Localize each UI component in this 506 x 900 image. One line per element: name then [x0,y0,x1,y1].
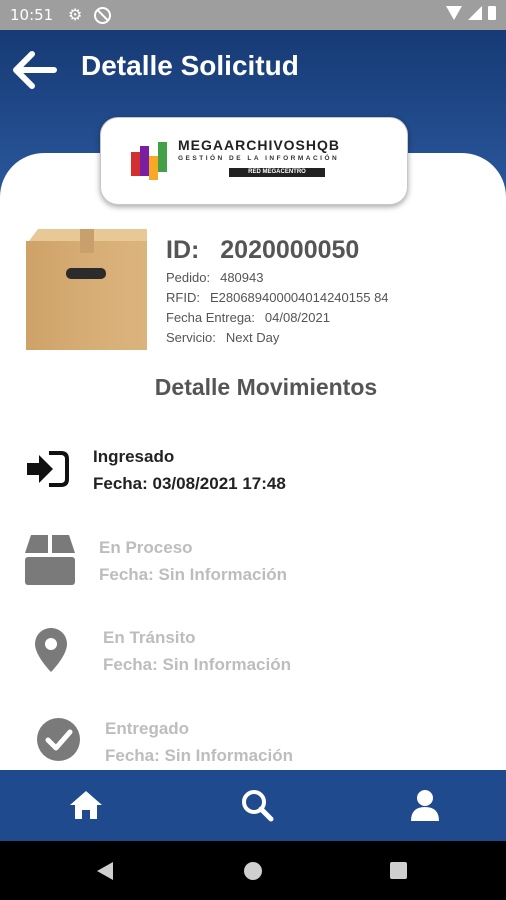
movement-date: Fecha: Sin Información [103,655,291,674]
field-value: 04/08/2021 [264,310,330,325]
field-label: Servicio: [166,330,216,345]
wifi-icon [446,6,462,20]
field-value: E280689400004014240155 84 [209,290,389,305]
status-bar: 10:51 ⚙ [0,0,506,30]
logo-brand: MEGAARCHIVOSHQB [178,137,341,153]
movement-status: En Proceso [99,538,193,557]
movement-status: Ingresado [93,447,175,466]
page-title: Detalle Solicitud [81,50,299,81]
id-label: ID: [166,236,200,264]
movement-status: En Tránsito [103,628,196,647]
do-not-disturb-icon [94,7,111,24]
field-rfid: RFID: E280689400004014240155 84 [166,290,389,305]
movement-date: Fecha: Sin Información [105,746,293,765]
movement-date: Fecha: 03/08/2021 17:48 [93,474,286,493]
field-label: RFID: [166,290,200,305]
field-fecha-entrega: Fecha Entrega: 04/08/2021 [166,310,330,325]
field-label: Fecha Entrega: [166,310,255,325]
movement-status: Entregado [105,719,190,738]
back-arrow-icon[interactable] [12,50,58,90]
field-label: Pedido: [166,270,211,285]
status-icons [446,6,496,20]
field-pedido: Pedido: 480943 [166,270,263,285]
field-servicio: Servicio: Next Day [166,330,279,345]
id-value: 2020000050 [220,236,360,264]
status-time: 10:51 [10,6,54,24]
field-value: 480943 [220,270,264,285]
box-image [26,229,147,350]
logo-mark [131,138,173,180]
map-pin-icon [35,628,67,672]
search-icon[interactable] [240,788,274,822]
field-value: Next Day [225,330,280,345]
home-icon[interactable] [69,788,103,822]
battery-icon [488,6,496,20]
signal-icon [468,6,482,20]
system-recents-icon[interactable] [390,862,407,879]
request-id: ID: 2020000050 [166,236,359,265]
check-circle-icon [37,718,80,761]
company-logo: MEGAARCHIVOSHQB GESTIÓN DE LA INFORMACIÓ… [100,117,408,205]
bottom-nav [0,770,506,841]
user-icon[interactable] [408,788,442,822]
movement-date: Fecha: Sin Información [99,565,287,584]
system-nav-bar [0,841,506,900]
gear-icon: ⚙ [68,5,83,24]
logo-network: RED MEGACENTRO [229,168,325,177]
logo-tagline: GESTIÓN DE LA INFORMACIÓN [178,155,340,162]
system-home-icon[interactable] [244,862,262,880]
movements-title: Detalle Movimientos [154,374,378,400]
sign-in-icon [27,451,69,487]
system-back-icon[interactable] [97,862,113,880]
box-icon [25,535,75,585]
